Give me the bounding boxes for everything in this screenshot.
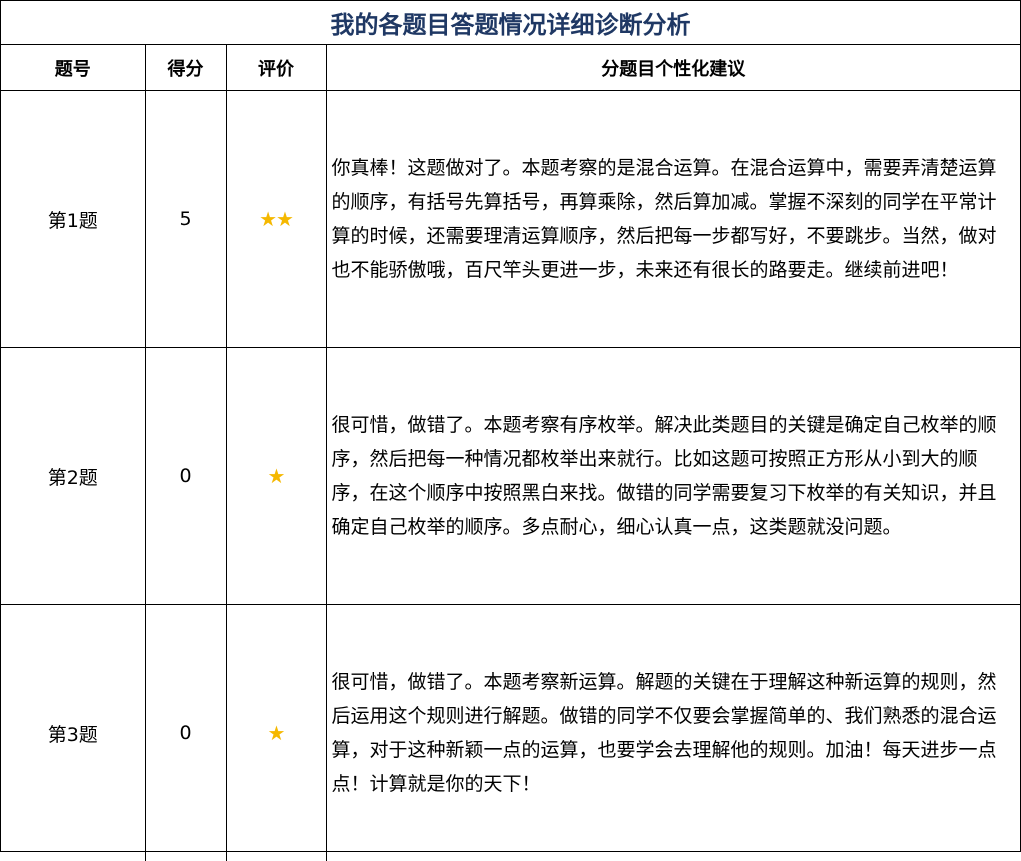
question-score: 0 bbox=[145, 605, 226, 861]
table-row: 第3题 0 ★ 很可惜，做错了。本题考察新运算。解题的关键在于理解这种新运算的规… bbox=[1, 605, 1020, 861]
question-advice: 很可惜，做错了。本题考察新运算。解题的关键在于理解这种新运算的规则，然后运用这个… bbox=[326, 605, 1020, 861]
rating-stars-icon: ★ bbox=[226, 348, 326, 605]
report-title: 我的各题目答题情况详细诊断分析 bbox=[1, 1, 1020, 45]
question-number: 第2题 bbox=[1, 348, 145, 605]
diagnosis-table: 题号 得分 评价 分题目个性化建议 第1题 5 ★★ 你真棒！这题做对了。本题考… bbox=[1, 45, 1020, 861]
table-header-row: 题号 得分 评价 分题目个性化建议 bbox=[1, 45, 1020, 91]
question-number: 第3题 bbox=[1, 605, 145, 861]
header-score: 得分 bbox=[145, 45, 226, 91]
table-row: 第1题 5 ★★ 你真棒！这题做对了。本题考察的是混合运算。在混合运算中，需要弄… bbox=[1, 91, 1020, 348]
header-advice: 分题目个性化建议 bbox=[326, 45, 1020, 91]
question-advice: 很可惜，做错了。本题考察有序枚举。解决此类题目的关键是确定自己枚举的顺序，然后把… bbox=[326, 348, 1020, 605]
header-rating: 评价 bbox=[226, 45, 326, 91]
rating-stars-icon: ★★ bbox=[226, 91, 326, 348]
question-score: 5 bbox=[145, 91, 226, 348]
question-score: 0 bbox=[145, 348, 226, 605]
question-advice: 你真棒！这题做对了。本题考察的是混合运算。在混合运算中，需要弄清楚运算的顺序，有… bbox=[326, 91, 1020, 348]
header-number: 题号 bbox=[1, 45, 145, 91]
diagnosis-report: 我的各题目答题情况详细诊断分析 题号 得分 评价 分题目个性化建议 第1题 5 … bbox=[0, 0, 1021, 852]
rating-stars-icon: ★ bbox=[226, 605, 326, 861]
table-row: 第2题 0 ★ 很可惜，做错了。本题考察有序枚举。解决此类题目的关键是确定自己枚… bbox=[1, 348, 1020, 605]
question-number: 第1题 bbox=[1, 91, 145, 348]
